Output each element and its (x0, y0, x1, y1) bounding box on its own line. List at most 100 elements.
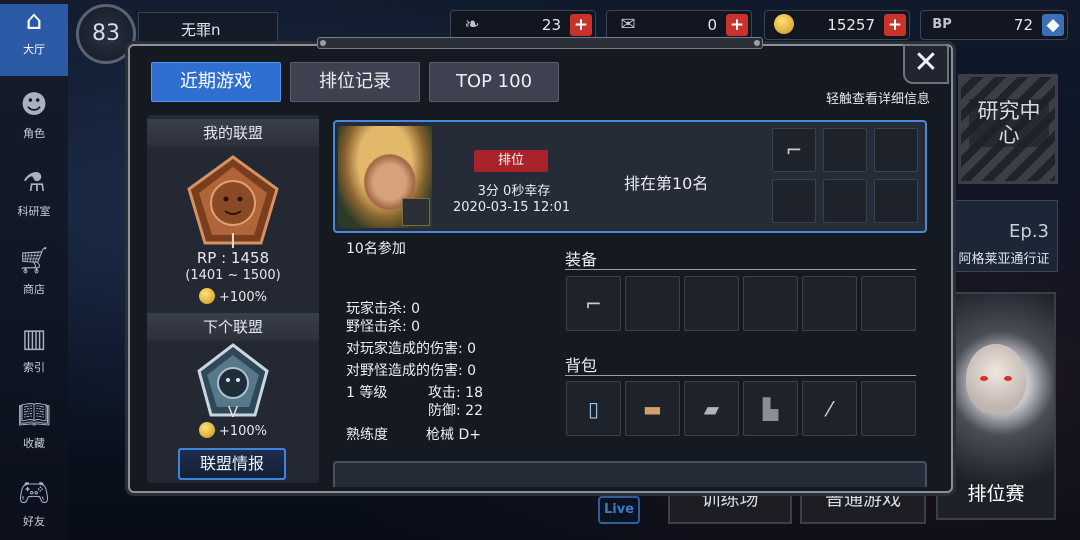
water-bottle-icon: ▯ (587, 396, 599, 421)
equipment-title: 装备 (565, 250, 598, 269)
bread-icon: ▬ (643, 396, 662, 421)
next-league-title: 下个联盟 (147, 313, 319, 341)
nav-label: 商店 (23, 283, 45, 296)
character-art (966, 344, 1026, 414)
tab-recent-games[interactable]: 近期游戏 (151, 62, 281, 102)
divider (565, 375, 916, 376)
detail-hint: 轻触查看详细信息 (825, 92, 930, 107)
bag-slot[interactable]: ⁄ (802, 381, 857, 436)
pass-episode: Ep.3 (1009, 221, 1049, 242)
feather-icon: ❧ (464, 14, 480, 35)
add-ticket-button[interactable]: + (726, 14, 748, 36)
equipment-slot[interactable] (684, 276, 739, 331)
coin-icon (198, 422, 215, 438)
next-league-bonus: +100% (147, 422, 319, 439)
proficiency-value: 枪械 D+ (426, 427, 481, 443)
equipment-slot[interactable] (802, 276, 857, 331)
bag-slot[interactable]: ▯ (566, 381, 621, 436)
match-card[interactable] (333, 461, 927, 487)
divider (565, 269, 916, 270)
lab-icon: ⚗ (22, 168, 46, 198)
summary-slot (874, 128, 918, 172)
cloth-icon: ▰ (703, 396, 720, 421)
nav-label: 角色 (23, 127, 45, 140)
nav-item-character[interactable]: ☻ 角色 (0, 88, 68, 141)
equipment-slot[interactable]: ⌐ (566, 276, 621, 331)
character-portrait (338, 126, 432, 228)
resource-value: 15257 (827, 16, 875, 34)
index-icon: ▥ (21, 324, 47, 354)
bag-slot[interactable]: ▬ (625, 381, 680, 436)
character-level: 1 等级 (346, 385, 388, 401)
league-info-button[interactable]: 联盟情报 (178, 448, 286, 480)
nav-item-lab[interactable]: ⚗ 科研室 (0, 166, 68, 219)
resource-feather: ❧ 23 + (450, 10, 596, 40)
resource-value: 72 (1013, 16, 1033, 34)
proficiency-label: 熟练度 (346, 427, 388, 443)
ranked-mode-card[interactable]: 排位赛 (936, 292, 1056, 520)
research-center-label: 研究中心 (969, 99, 1049, 147)
pistol-icon: ⌐ (785, 138, 803, 162)
nav-item-friends[interactable]: 🎮︎ 好友 (0, 476, 68, 529)
player-level-badge[interactable]: 83 (76, 4, 136, 64)
league-bonus: +100% (147, 288, 319, 305)
equipment-slot[interactable] (743, 276, 798, 331)
bp-icon: BP (932, 17, 952, 32)
character-eye (980, 376, 988, 381)
bonus-value: +100% (218, 424, 268, 439)
add-coin-button[interactable]: + (884, 14, 906, 36)
character-icon: ☻ (20, 90, 48, 120)
resource-ticket: ✉ 0 + (606, 10, 752, 40)
research-center-panel[interactable]: 研究中心 (958, 74, 1058, 184)
defense-stat: 防御: 22 (428, 403, 483, 419)
close-button[interactable]: ✕ (903, 44, 949, 84)
nav-item-collection[interactable]: 📖︎ 收藏 (0, 398, 68, 451)
rp-range: (1401 ~ 1500) (185, 268, 281, 283)
bag-slot[interactable] (861, 381, 916, 436)
left-nav: ⌂ 大厅 ☻ 角色 ⚗ 科研室 🛒︎ 商店 ▥ 索引 📖︎ 收藏 🎮︎ 好友 (0, 0, 68, 540)
placement: 排在第10名 (624, 174, 709, 193)
ticket-icon: ✉ (620, 14, 636, 35)
book-icon: 📖︎ (17, 400, 51, 430)
nav-label: 索引 (23, 361, 45, 374)
participants: 10名参加 (346, 241, 406, 257)
match-datetime: 2020-03-15 12:01 (453, 200, 571, 215)
summary-slot (823, 179, 867, 223)
next-tier-numeral: V (227, 403, 239, 421)
summary-slot (874, 179, 918, 223)
boots-icon: ▙ (762, 396, 779, 421)
equipment-slot[interactable] (625, 276, 680, 331)
tab-top-100[interactable]: TOP 100 (429, 62, 559, 102)
nav-label: 大厅 (23, 43, 45, 56)
resource-value: 0 (707, 16, 717, 34)
bonus-value: +100% (218, 290, 268, 305)
bag-slot[interactable]: ▰ (684, 381, 739, 436)
summary-slot: ⌐ (772, 128, 816, 172)
lobby-icon: ⌂ (25, 6, 43, 36)
resource-coin: 15257 + (764, 10, 910, 40)
player-kills: 玩家击杀: 0 (346, 301, 421, 317)
player-name: 无罪n (138, 12, 278, 48)
coin-icon (198, 288, 215, 304)
character-eye (1004, 376, 1012, 381)
add-feather-button[interactable]: + (570, 14, 592, 36)
my-league-title: 我的联盟 (147, 119, 319, 147)
nav-item-index[interactable]: ▥ 索引 (0, 322, 68, 375)
survival-time: 3分 0秒幸存 (477, 184, 551, 199)
pistol-icon: ⌐ (585, 291, 602, 316)
tab-rank-records[interactable]: 排位记录 (290, 62, 420, 102)
summary-slot (823, 128, 867, 172)
bag-title: 背包 (565, 356, 598, 375)
nav-item-lobby[interactable]: ⌂ 大厅 (0, 4, 68, 76)
bag-slot[interactable]: ▙ (743, 381, 798, 436)
bp-shop-button[interactable]: ◆ (1042, 14, 1064, 36)
season-pass-panel[interactable]: Ep.3 阿格莱亚通行证 (950, 200, 1058, 272)
resource-value: 23 (541, 16, 561, 34)
resource-bp: BP 72 ◆ (920, 10, 1068, 40)
equipment-slot[interactable] (861, 276, 916, 331)
nav-item-shop[interactable]: 🛒︎ 商店 (0, 244, 68, 297)
live-button[interactable]: Live (598, 496, 640, 524)
gamepad-icon: 🎮︎ (17, 478, 51, 508)
shop-cart-icon: 🛒︎ (17, 246, 51, 276)
league-panel: 我的联盟 I RP : 1458 (1401 ~ 1500) +100% 下个联… (147, 115, 319, 483)
